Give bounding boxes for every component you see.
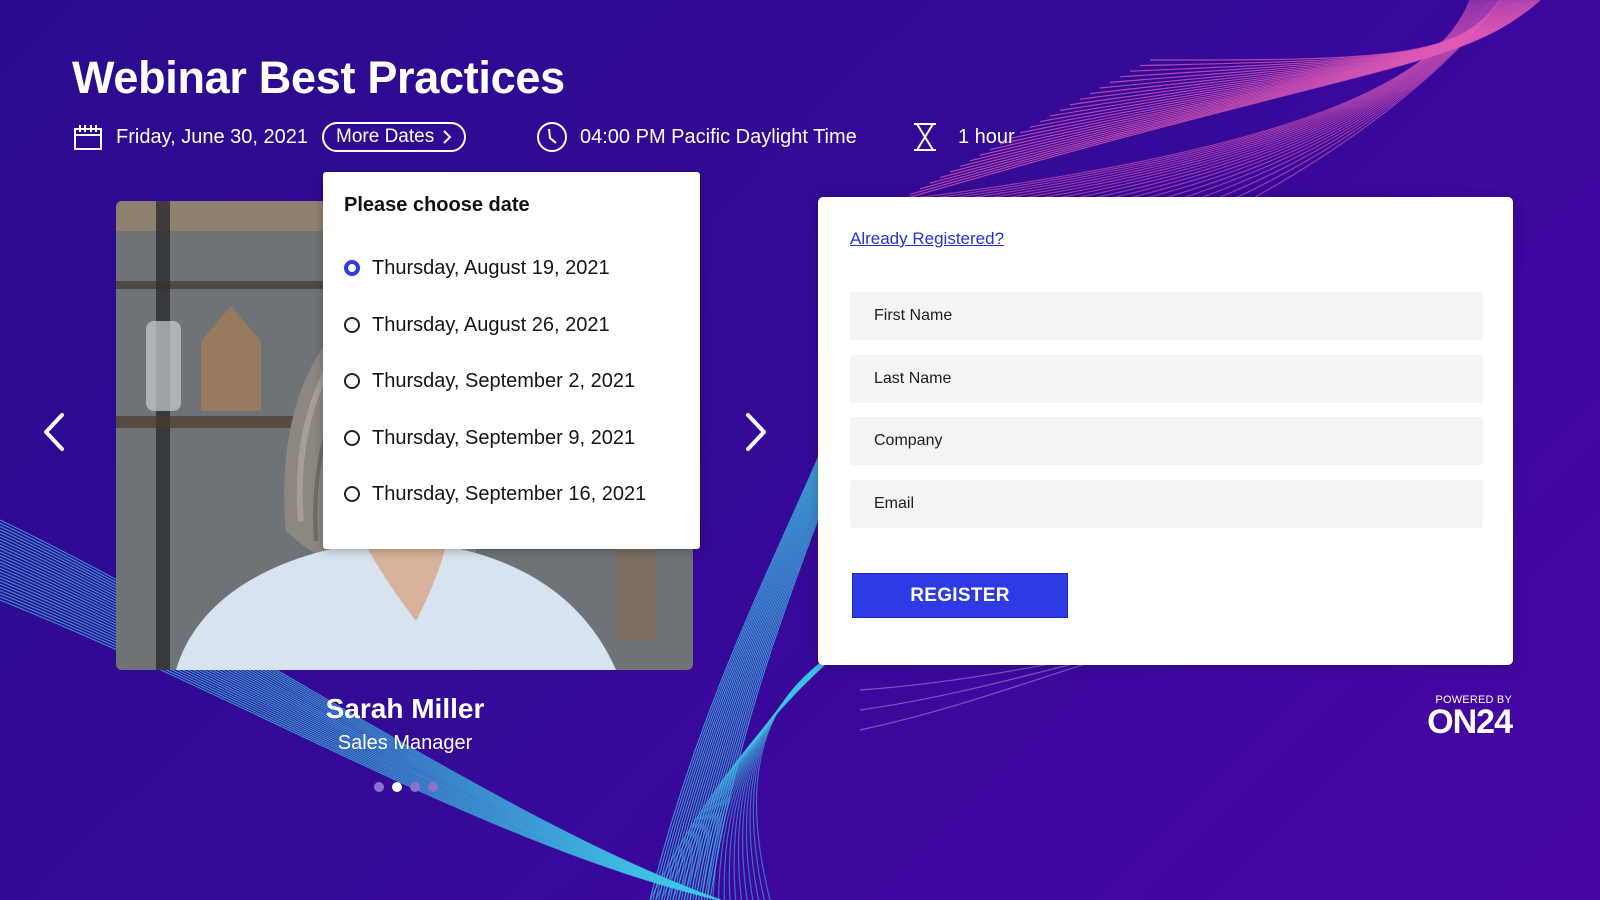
more-dates-button[interactable]: More Dates xyxy=(322,122,467,152)
wave-line-pink xyxy=(1109,0,1507,83)
carousel-dot[interactable] xyxy=(374,782,384,792)
wave-line-pink xyxy=(1129,0,1504,72)
wave-line-cyan xyxy=(680,429,842,900)
event-time-text: 04:00 PM Pacific Daylight Time xyxy=(580,125,857,148)
wave-line-pink xyxy=(989,0,1527,151)
chevron-right-icon xyxy=(442,129,452,145)
radio-unchecked-icon[interactable] xyxy=(344,317,360,333)
chevron-right-icon xyxy=(744,412,768,457)
wave-line-pink xyxy=(1089,0,1511,95)
date-option[interactable]: Thursday, September 2, 2021 xyxy=(344,366,635,396)
date-option-label: Thursday, August 26, 2021 xyxy=(372,313,610,336)
wave-line-pink xyxy=(1009,0,1523,139)
wave-line-pink xyxy=(1119,0,1506,78)
radio-unchecked-icon[interactable] xyxy=(344,430,360,446)
wave-line-pink xyxy=(1139,0,1492,201)
wave-line-pink xyxy=(909,0,1539,195)
wave-line-pink xyxy=(1059,0,1515,111)
event-time: 04:00 PM Pacific Daylight Time xyxy=(536,120,857,154)
date-option[interactable]: Thursday, September 9, 2021 xyxy=(344,423,635,453)
more-dates-label: More Dates xyxy=(336,126,435,147)
carousel-dot[interactable] xyxy=(410,782,420,792)
hourglass-icon xyxy=(912,122,938,152)
wave-line-pink xyxy=(969,0,1530,162)
on24-logo: ON24 xyxy=(1427,703,1513,741)
last-name-field[interactable] xyxy=(850,355,1483,403)
wave-line-pink xyxy=(1249,0,1501,201)
speaker-name: Sarah Miller xyxy=(325,693,485,724)
wave-line-pink xyxy=(992,0,1479,201)
carousel-next-button[interactable] xyxy=(736,404,776,464)
wave-line-pink xyxy=(1039,0,1519,123)
wave-line-pink xyxy=(955,0,1476,201)
date-picker-heading: Please choose date xyxy=(344,194,530,216)
event-duration: 1 hour xyxy=(912,120,1015,154)
date-option[interactable]: Thursday, August 19, 2021 xyxy=(344,253,610,283)
carousel-dot-active[interactable] xyxy=(392,782,402,792)
carousel-dot[interactable] xyxy=(428,782,438,792)
wave-line-pink xyxy=(1157,0,1493,201)
event-date: Friday, June 30, 2021 xyxy=(74,120,308,154)
date-picker-popup: Please choose date Thursday, August 19, … xyxy=(323,172,700,549)
clock-icon xyxy=(536,121,568,153)
wave-line-cyan xyxy=(677,429,841,900)
wave-line-pink xyxy=(1049,0,1517,117)
wave-line-pink xyxy=(949,0,1533,173)
wave-line-pink xyxy=(1029,0,1520,128)
date-option-label: Thursday, September 9, 2021 xyxy=(372,426,636,449)
date-option-label: Thursday, September 16, 2021 xyxy=(372,482,647,505)
radio-unchecked-icon[interactable] xyxy=(344,486,360,502)
wave-line-cyan xyxy=(675,429,840,900)
wave-line-pink xyxy=(1019,0,1522,134)
date-option[interactable]: Thursday, September 16, 2021 xyxy=(344,479,646,509)
wave-line-pink xyxy=(1139,0,1503,67)
wave-line-pink xyxy=(973,0,1477,201)
event-duration-text: 1 hour xyxy=(958,125,1015,148)
calendar-icon xyxy=(74,124,102,150)
wave-line-pink xyxy=(1176,0,1495,201)
wave-line-pink xyxy=(1099,0,1509,89)
wave-line-pink xyxy=(1047,0,1484,201)
registration-form: Already Registered? REGISTER xyxy=(818,197,1513,665)
date-option[interactable]: Thursday, August 26, 2021 xyxy=(344,310,610,340)
wave-line-pink xyxy=(1010,0,1481,201)
wave-line-pink xyxy=(979,0,1528,156)
carousel-pagination xyxy=(374,782,438,792)
radio-checked-icon[interactable] xyxy=(344,260,360,276)
wave-line-pink xyxy=(1120,0,1490,201)
wave-line-pink xyxy=(939,0,1535,179)
wave-line-pink xyxy=(936,0,1474,201)
wave-line-pink xyxy=(899,0,1541,201)
already-registered-link[interactable]: Already Registered? xyxy=(850,229,1004,249)
wave-line-pink xyxy=(919,0,1538,190)
wave-line-pink xyxy=(899,0,1471,201)
page-title: Webinar Best Practices xyxy=(72,52,565,103)
carousel-prev-button[interactable] xyxy=(34,404,74,464)
event-date-text: Friday, June 30, 2021 xyxy=(116,125,308,148)
wave-line-pink xyxy=(929,0,1536,184)
powered-by-badge: POWERED BY ON24 xyxy=(1427,694,1513,741)
email-field[interactable] xyxy=(850,480,1483,528)
wave-line-pink xyxy=(1102,0,1488,201)
wave-line-pink xyxy=(1069,0,1514,106)
wave-line-pink xyxy=(1212,0,1498,201)
radio-unchecked-icon[interactable] xyxy=(344,373,360,389)
company-field[interactable] xyxy=(850,417,1483,465)
wave-line-pink xyxy=(1194,0,1496,201)
wave-line-pink xyxy=(959,0,1531,167)
wave-line-pink xyxy=(1028,0,1482,201)
wave-line-pink xyxy=(1065,0,1485,201)
first-name-field[interactable] xyxy=(850,292,1483,340)
register-button[interactable]: REGISTER xyxy=(852,573,1068,618)
wave-line-pink xyxy=(1079,0,1512,100)
wave-line-pink xyxy=(1231,0,1499,201)
date-option-label: Thursday, September 2, 2021 xyxy=(372,369,636,392)
wave-line-pink xyxy=(918,0,1473,201)
speaker-role: Sales Manager xyxy=(337,732,473,754)
wave-line-pink xyxy=(999,0,1525,145)
chevron-left-icon xyxy=(42,412,66,457)
date-option-label: Thursday, August 19, 2021 xyxy=(372,256,610,279)
wave-line-pink xyxy=(1149,0,1501,61)
wave-line-pink xyxy=(1084,0,1487,201)
